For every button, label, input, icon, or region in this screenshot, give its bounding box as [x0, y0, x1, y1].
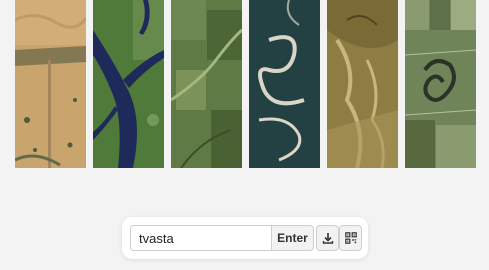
canyon-terrain-image[interactable]: [327, 0, 398, 168]
desert-sand-image[interactable]: [15, 0, 86, 168]
farmland-oxbow-image[interactable]: [405, 0, 476, 168]
download-button[interactable]: [316, 225, 339, 251]
green-fields-image[interactable]: [171, 0, 242, 168]
river-delta-image[interactable]: [93, 0, 164, 168]
search-input[interactable]: [130, 225, 272, 251]
qr-code-button[interactable]: [339, 225, 362, 251]
qr-code-icon: [344, 232, 357, 244]
enter-button[interactable]: Enter: [271, 225, 314, 251]
download-icon: [322, 233, 333, 244]
image-gallery: [0, 0, 489, 168]
meandering-river-image[interactable]: [249, 0, 320, 168]
search-toolbar: Enter: [122, 217, 368, 259]
